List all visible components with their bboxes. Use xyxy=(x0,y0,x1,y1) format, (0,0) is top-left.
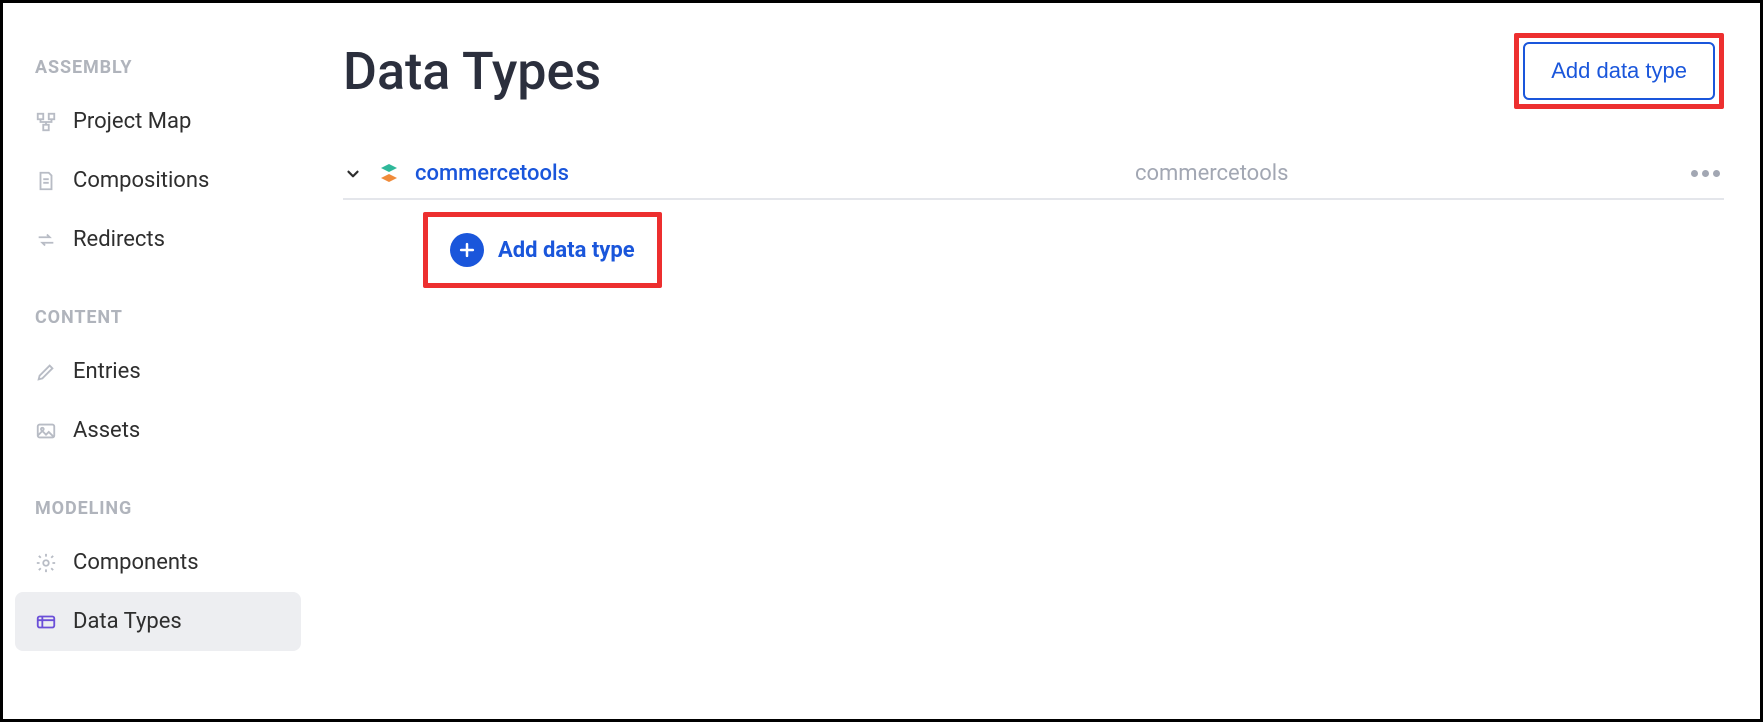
page-header: Data Types Add data type xyxy=(343,33,1724,109)
gear-icon xyxy=(35,552,57,574)
redirect-icon xyxy=(35,229,57,251)
nav-item-data-types[interactable]: Data Types xyxy=(15,592,301,651)
nav-item-assets[interactable]: Assets xyxy=(15,401,301,460)
nav-section-content: CONTENT xyxy=(15,293,301,342)
image-icon xyxy=(35,420,57,442)
file-icon xyxy=(35,170,57,192)
nav-item-label: Components xyxy=(73,550,199,575)
data-source-name[interactable]: commercetools xyxy=(415,161,569,186)
annotation-highlight: Add data type xyxy=(423,212,662,288)
nav-item-redirects[interactable]: Redirects xyxy=(15,210,301,269)
nav-item-label: Compositions xyxy=(73,168,209,193)
data-source-row[interactable]: commercetools commercetools xyxy=(343,149,1724,200)
sidebar: ASSEMBLY Project Map Compositions Redire… xyxy=(3,3,313,719)
chevron-down-icon[interactable] xyxy=(343,164,363,184)
pencil-icon xyxy=(35,361,57,383)
nav-section-modeling: MODELING xyxy=(15,484,301,533)
nav-item-label: Project Map xyxy=(73,109,191,134)
main-content: Data Types Add data type commercetools c… xyxy=(313,3,1760,719)
more-actions-button[interactable] xyxy=(1687,162,1724,185)
page-title: Data Types xyxy=(343,41,601,102)
nav-item-label: Redirects xyxy=(73,227,165,252)
nav-item-entries[interactable]: Entries xyxy=(15,342,301,401)
cards-icon xyxy=(35,611,57,633)
commercetools-logo-icon xyxy=(377,162,401,186)
nav-section-assembly: ASSEMBLY xyxy=(15,43,301,92)
nav-item-compositions[interactable]: Compositions xyxy=(15,151,301,210)
add-data-type-inline-label: Add data type xyxy=(498,238,635,263)
data-source-children: Add data type xyxy=(343,200,1724,288)
nav-item-label: Entries xyxy=(73,359,141,384)
data-source-slug: commercetools xyxy=(1135,161,1673,186)
sitemap-icon xyxy=(35,111,57,133)
nav-item-label: Data Types xyxy=(73,609,182,634)
add-data-type-button[interactable]: Add data type xyxy=(1523,42,1715,100)
plus-icon xyxy=(450,233,484,267)
nav-item-label: Assets xyxy=(73,418,140,443)
nav-item-components[interactable]: Components xyxy=(15,533,301,592)
annotation-highlight: Add data type xyxy=(1514,33,1724,109)
add-data-type-inline-button[interactable]: Add data type xyxy=(432,221,653,279)
nav-item-project-map[interactable]: Project Map xyxy=(15,92,301,151)
